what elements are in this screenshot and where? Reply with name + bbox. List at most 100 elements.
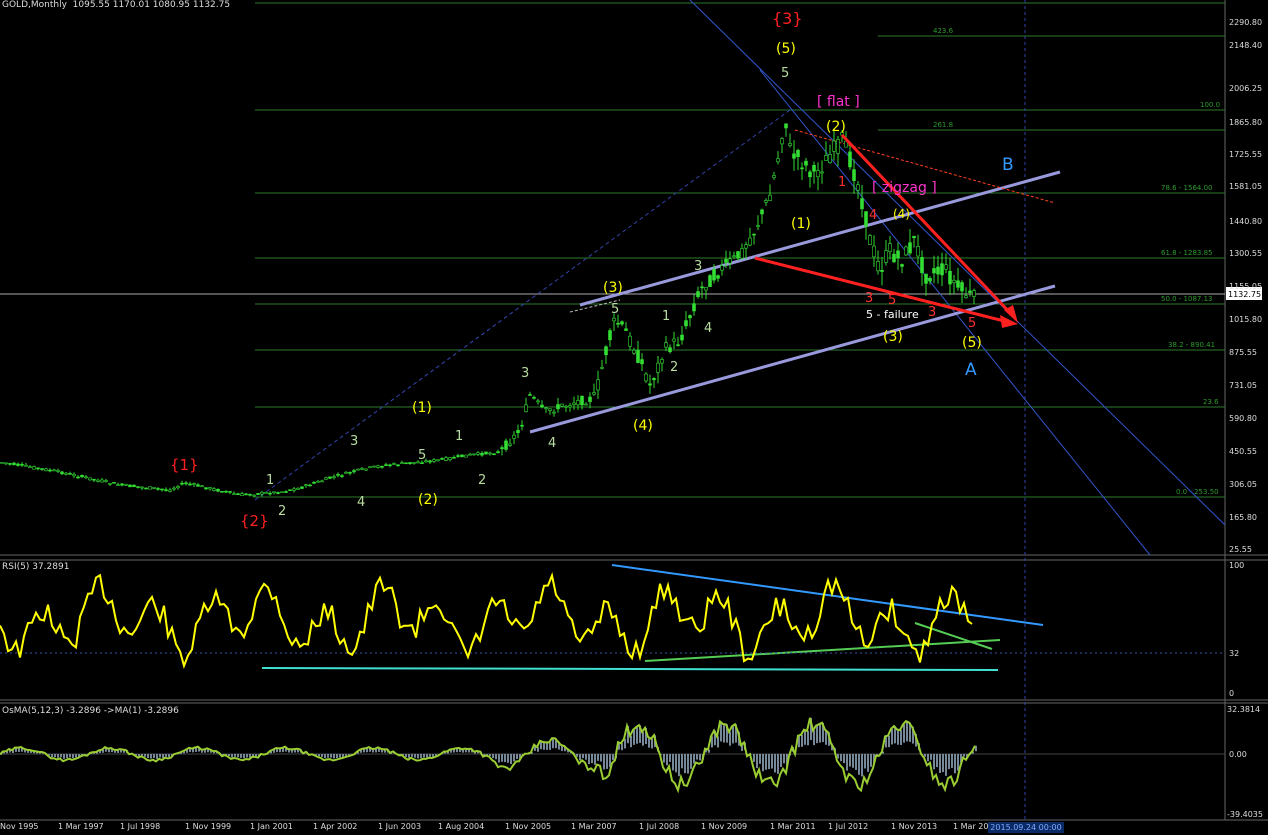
osma-bar (636, 727, 638, 744)
price-tick: 1155.05 (1229, 282, 1262, 291)
candle-body (824, 155, 828, 161)
candle-body (968, 290, 972, 293)
osma-bar (807, 730, 809, 746)
candle-body (748, 237, 752, 246)
channel-upper (579, 170, 1061, 307)
candle-body (324, 477, 328, 480)
time-axis-label: 1 Mar 1997 (58, 822, 104, 831)
osma-bar (597, 754, 599, 761)
osma-bar (945, 754, 947, 776)
minor-g4b: 4 (548, 436, 556, 451)
candle-body (52, 469, 56, 472)
osma-bar (501, 754, 503, 762)
minor-g5: 5 (418, 448, 426, 463)
candle-body (592, 392, 596, 395)
candle-body (548, 408, 552, 411)
candle-body (196, 484, 200, 487)
candle-body (12, 462, 16, 466)
osma-bar (630, 735, 632, 748)
candle-body (356, 468, 360, 471)
osma-tick-top: 32.3814 (1227, 705, 1260, 714)
candle-body (312, 482, 316, 484)
price-tick: 875.55 (1229, 348, 1257, 357)
fib-label-4236: 423.6 (933, 27, 954, 35)
candle-body (608, 330, 612, 341)
candle-body (280, 491, 284, 494)
candle-body (448, 457, 452, 460)
candle-body (308, 484, 312, 487)
candle-body (92, 478, 96, 481)
osma-bar (66, 754, 68, 759)
osma-bar (51, 754, 53, 758)
candle-body (948, 270, 952, 285)
candle-body (636, 349, 640, 363)
candle-body (468, 453, 472, 456)
time-axis-label: 1 Jul 1998 (120, 822, 161, 831)
red-4: 4 (869, 208, 877, 223)
candle-body (124, 483, 128, 486)
minor-g3b: 3 (521, 366, 529, 381)
osma-bar (903, 724, 905, 743)
osma-bar (231, 754, 233, 758)
candle-body (284, 491, 288, 493)
candle-body (244, 493, 248, 496)
chart-canvas[interactable]: 0.0 - 253.50 23.6 38.2 - 890.41 50.0 - 1… (0, 0, 1268, 835)
candle-body (612, 317, 616, 322)
candle-body (536, 400, 540, 403)
candle-body (936, 266, 940, 275)
candle-body (660, 359, 664, 364)
label-red-1: {1} (170, 456, 199, 474)
candle-body (820, 171, 824, 174)
minor-g2c: 2 (670, 360, 678, 375)
osma-bar (906, 721, 908, 742)
osma-bar (594, 754, 596, 765)
price-tick: 2006.25 (1229, 84, 1262, 93)
candle-body (668, 347, 672, 353)
candle-body (68, 473, 72, 475)
time-axis-label: 1 Mar 2011 (770, 822, 816, 831)
minor-g4: 4 (357, 495, 365, 510)
candle-body (200, 485, 204, 488)
candle-body (856, 184, 860, 191)
candle-body (192, 483, 196, 485)
candle-body (432, 459, 436, 462)
candle-body (848, 151, 852, 168)
candle-body (412, 462, 416, 464)
rsi-panel (0, 564, 1225, 671)
osma-bar (693, 754, 695, 764)
candle-body (892, 253, 896, 263)
osma-bar (426, 754, 428, 758)
osma-bar (600, 754, 602, 762)
candle-body (808, 171, 812, 178)
price-tick: 165.80 (1229, 513, 1257, 522)
osma-bar (801, 734, 803, 747)
candle-body (208, 487, 212, 490)
candle-body (720, 265, 724, 271)
osma-bar (759, 754, 761, 764)
candle-body (472, 453, 476, 456)
candle-body (888, 243, 892, 252)
candle-body (740, 248, 744, 259)
osma-bar (336, 754, 338, 758)
candle-body (348, 471, 352, 474)
osma-bar (339, 754, 341, 758)
candle-body (32, 466, 36, 470)
osma-bar (696, 754, 698, 760)
label-y5-top: (5) (776, 41, 796, 57)
candle-body (620, 321, 624, 325)
candle-body (772, 175, 776, 179)
time-axis-label: 1 Jul 2008 (639, 822, 680, 831)
candle-body (924, 273, 928, 284)
osma-bar (753, 754, 755, 762)
candle-body (212, 488, 216, 491)
red-5b: 5 (968, 316, 976, 331)
osma-bar (933, 754, 935, 770)
candle-body (220, 490, 224, 493)
osma-bar (411, 754, 413, 757)
minor-g2: 2 (278, 504, 286, 519)
osma-bar (855, 754, 857, 770)
candle-body (344, 471, 348, 474)
osma-bar (858, 754, 860, 775)
osma-bar (756, 754, 758, 769)
osma-bar (678, 754, 680, 777)
